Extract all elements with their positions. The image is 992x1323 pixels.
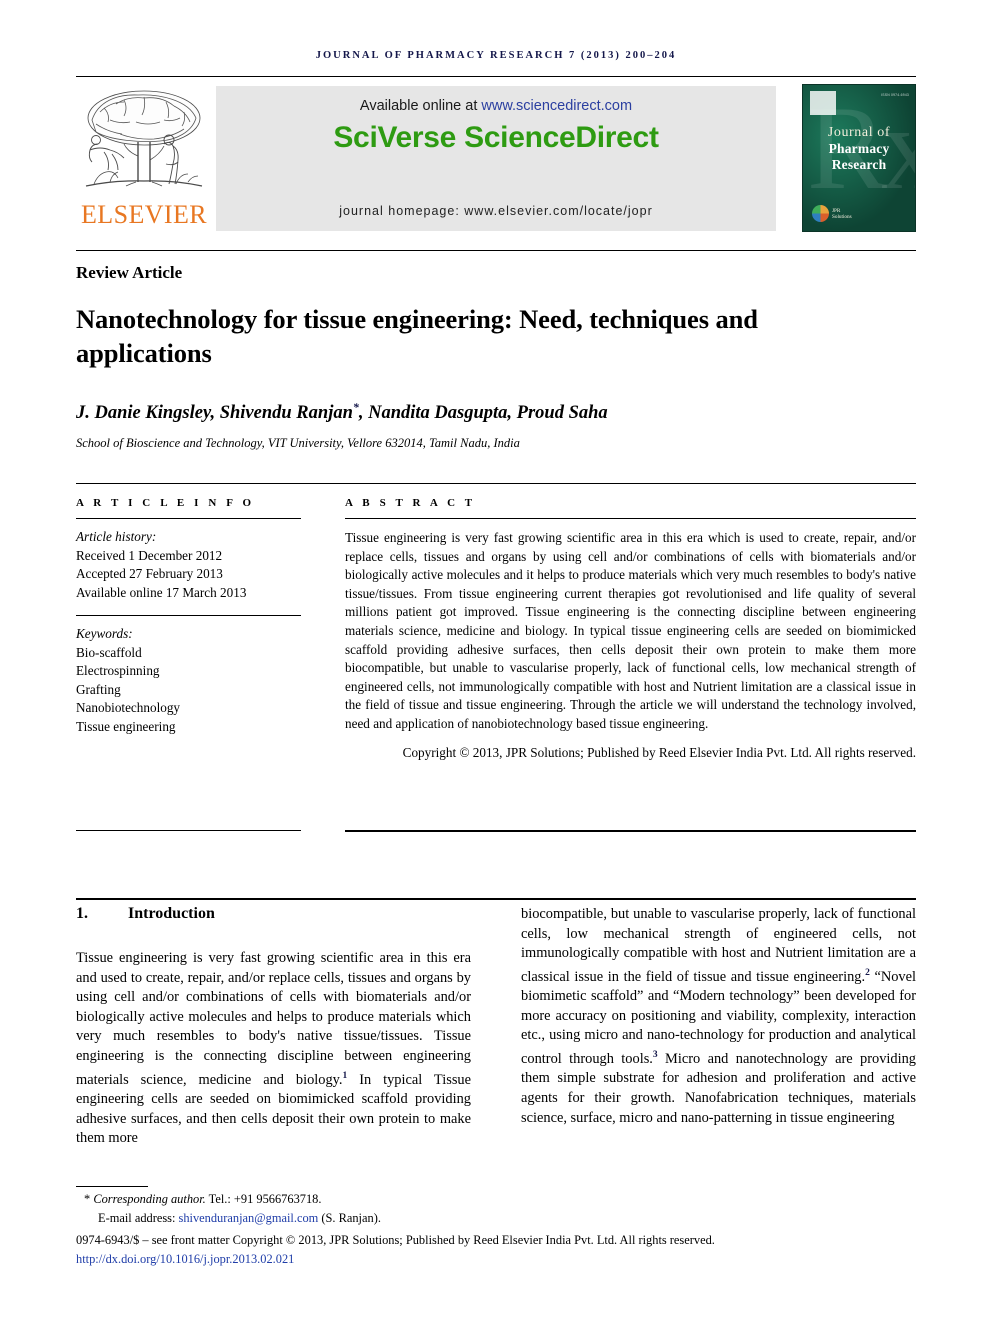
corresponding-author-tel: Tel.: +91 9566763718. xyxy=(205,1192,322,1206)
abstract-column: A B S T R A C T Tissue engineering is ve… xyxy=(345,497,916,762)
header-rule xyxy=(76,76,916,77)
keyword-item: Electrospinning xyxy=(76,663,160,678)
journal-homepage-line[interactable]: journal homepage: www.elsevier.com/locat… xyxy=(216,204,776,218)
intro-right-part1: biocompatible, but unable to vascularise… xyxy=(521,906,916,985)
journal-article-page: Journal of Pharmacy Research 7 (2013) 20… xyxy=(0,0,992,1323)
cover-title-line2: Pharmacy Research xyxy=(828,141,890,172)
available-online-prefix: Available online at xyxy=(359,98,482,114)
authors-before-star: J. Danie Kingsley, Shivendu Ranjan xyxy=(76,403,353,424)
keyword-item: Nanobiotechnology xyxy=(76,700,181,715)
keyword-item: Tissue engineering xyxy=(76,718,176,734)
intro-paragraph-left: Tissue engineering is very fast growing … xyxy=(76,949,471,1149)
keyword-item: Bio-scaffold xyxy=(76,644,142,660)
section-title: Introduction xyxy=(128,905,215,922)
body-top-rule xyxy=(76,898,916,900)
abstract-body: Tissue engineering is very fast growing … xyxy=(345,530,916,731)
doi-link[interactable]: http://dx.doi.org/10.1016/j.jopr.2013.02… xyxy=(76,1250,916,1269)
article-history-label: Article history: xyxy=(76,529,157,544)
running-head: Journal of Pharmacy Research 7 (2013) 20… xyxy=(315,50,677,61)
section-number: 1. xyxy=(76,905,88,922)
article-info-column: A R T I C L E I N F O Article history: R… xyxy=(76,497,301,736)
jpr-line2: Solutions xyxy=(832,213,852,220)
received-date: Received 1 December 2012 xyxy=(76,547,223,563)
intro-text-part1: Tissue engineering is very fast growing … xyxy=(76,950,471,1088)
masthead-bottom-rule xyxy=(76,250,916,251)
article-history-block: Article history: Received 1 December 201… xyxy=(76,519,301,602)
sciencedirect-url[interactable]: www.sciencedirect.com xyxy=(481,98,632,114)
abstract-copyright: Copyright © 2013, JPR Solutions; Publish… xyxy=(402,744,916,760)
intro-paragraph-right: biocompatible, but unable to vascularise… xyxy=(521,905,916,1128)
jpr-solutions-label: JPR Solutions xyxy=(832,208,852,220)
footnote-rule xyxy=(76,1186,148,1187)
sciencedirect-logo: SciVerse ScienceDirect xyxy=(333,121,659,154)
email-note: E-mail address: shivenduranjan@gmail.com… xyxy=(76,1209,916,1228)
page-footer: * Corresponding author. Tel.: +91 956676… xyxy=(76,1190,916,1269)
email-suffix: (S. Ranjan). xyxy=(318,1211,381,1225)
jpr-solutions-mark-icon xyxy=(812,205,829,222)
affiliation: School of Bioscience and Technology, VIT… xyxy=(76,436,520,450)
cover-title-line1: Journal of xyxy=(827,125,891,140)
sciencedirect-banner: Available online at www.sciencedirect.co… xyxy=(216,86,776,231)
article-type-label: Review Article xyxy=(76,263,183,282)
elsevier-tree-icon xyxy=(85,90,203,187)
author-list: J. Danie Kingsley, Shivendu Ranjan*, Nan… xyxy=(76,400,896,424)
keyword-item: Grafting xyxy=(76,681,121,697)
cover-society-logo: JPR Solutions xyxy=(812,205,852,222)
info-top-rule xyxy=(76,483,916,484)
email-address-link[interactable]: shivenduranjan@gmail.com xyxy=(179,1211,319,1225)
body-column-right: biocompatible, but unable to vascularise… xyxy=(521,905,916,1128)
corresponding-footnote-marker: * xyxy=(84,1192,91,1206)
cover-issn: ISSN 0974-6943 xyxy=(881,93,909,97)
section-heading-introduction: 1. Introduction xyxy=(76,905,471,923)
available-online-line: Available online at www.sciencedirect.co… xyxy=(216,98,776,114)
cover-elsevier-logo-icon xyxy=(810,91,836,115)
keywords-label: Keywords: xyxy=(76,626,133,641)
abstract-heading: A B S T R A C T xyxy=(345,497,476,509)
masthead: ELSEVIER Available online at www.science… xyxy=(76,84,916,240)
issn-copyright-line: 0974-6943/$ – see front matter Copyright… xyxy=(76,1233,715,1247)
keywords-block: Keywords: Bio-scaffold Electrospinning G… xyxy=(76,616,301,736)
accepted-date: Accepted 27 February 2013 xyxy=(76,566,223,581)
available-online-date: Available online 17 March 2013 xyxy=(76,584,247,600)
corresponding-author-label: Corresponding author. xyxy=(93,1192,206,1206)
elsevier-logo: ELSEVIER xyxy=(76,84,212,236)
corresponding-author-note: * Corresponding author. Tel.: +91 956676… xyxy=(76,1190,916,1209)
abstract-bottom-rule xyxy=(345,830,916,832)
article-info-heading: A R T I C L E I N F O xyxy=(76,497,255,509)
body-column-left: 1. Introduction Tissue engineering is ver… xyxy=(76,905,471,1149)
authors-after-star: , Nandita Dasgupta, Proud Saha xyxy=(358,403,608,424)
elsevier-wordmark: ELSEVIER xyxy=(81,200,207,229)
page-title: Nanotechnology for tissue engineering: N… xyxy=(76,304,758,368)
journal-cover-thumbnail: Rx ISSN 0974-6943 Journal of Pharmacy Re… xyxy=(802,84,916,232)
info-bottom-rule xyxy=(76,830,301,831)
email-label: E-mail address: xyxy=(98,1211,179,1225)
